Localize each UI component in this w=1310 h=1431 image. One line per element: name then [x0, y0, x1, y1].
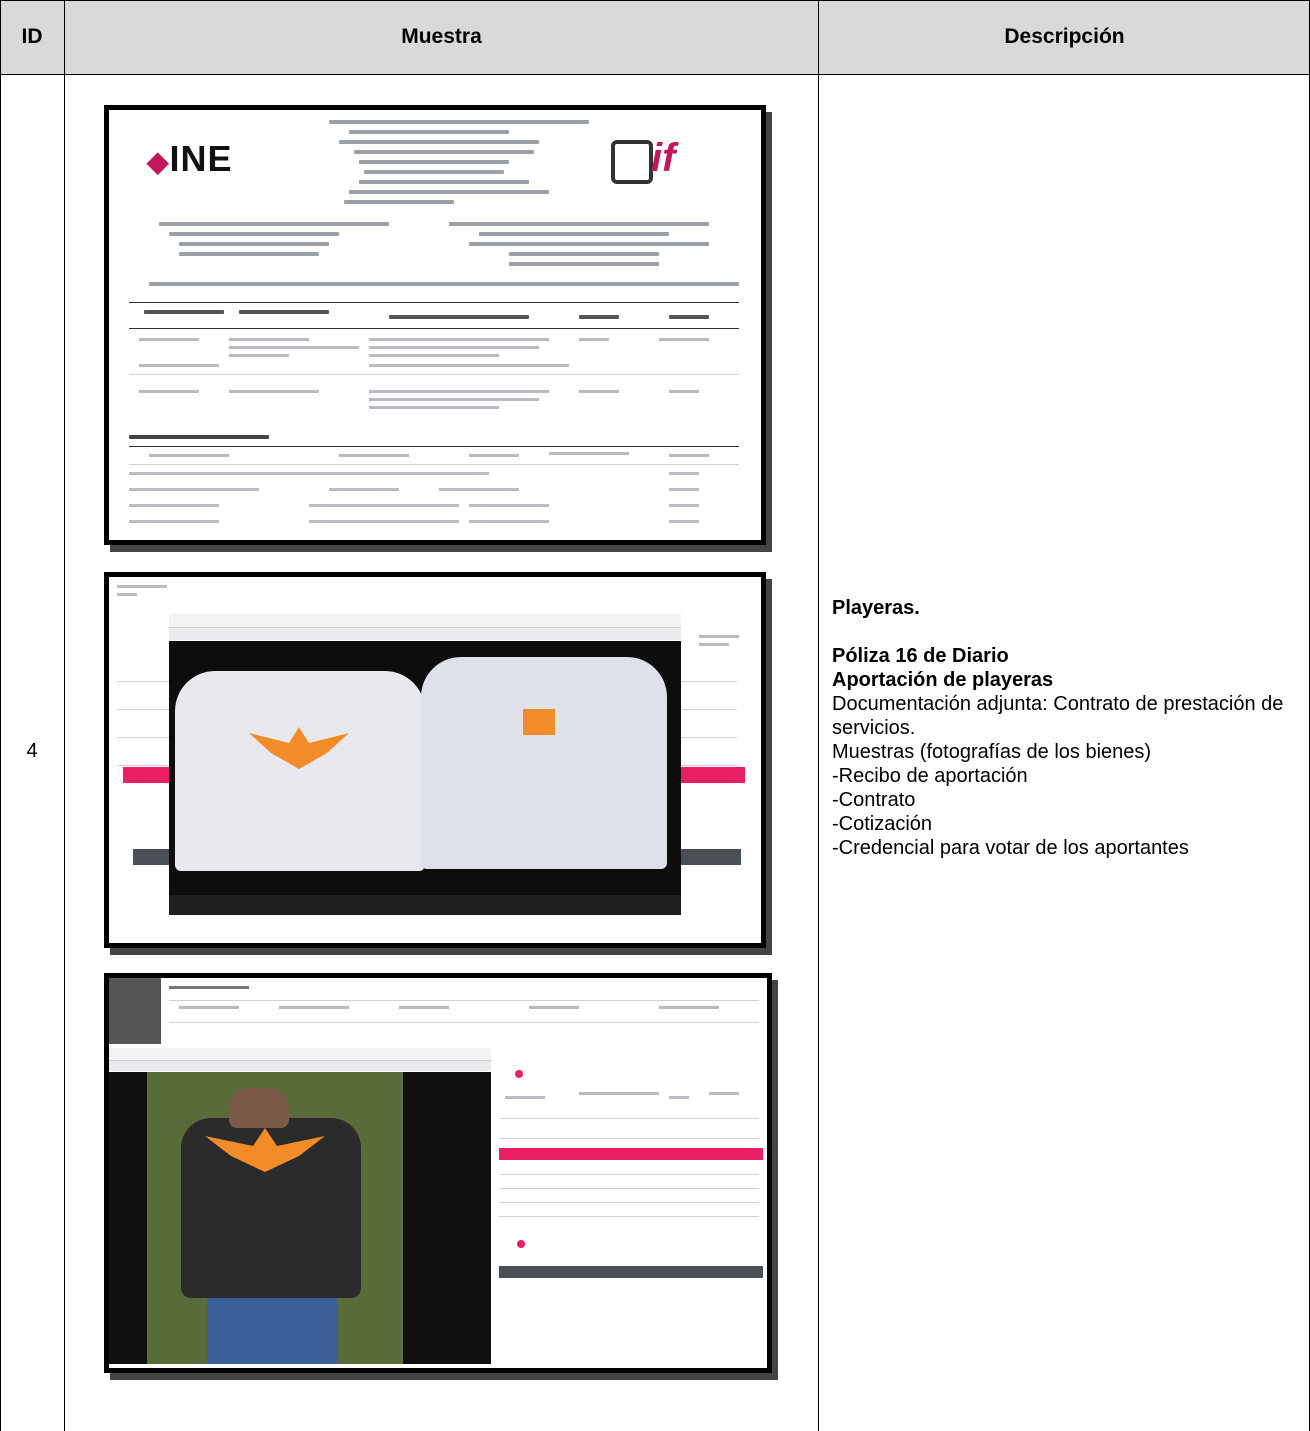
description-subject: Aportación de playeras — [832, 669, 1054, 691]
description-line: -Recibo de aportación — [832, 765, 1028, 787]
sample-image-policy-document: ◆INE if — [104, 105, 766, 545]
header-description: Descripción — [819, 0, 1310, 75]
header-divider — [0, 74, 1310, 75]
column-divider-1 — [64, 0, 65, 1431]
description-line: Muestras (fotografías de los bienes) — [832, 741, 1152, 763]
tshirt-back-photo — [421, 657, 667, 869]
sample-image-tshirts — [104, 572, 766, 948]
orange-eagle-logo — [205, 1128, 325, 1172]
description-policy: Póliza 16 de Diario — [832, 645, 1009, 667]
orange-logo-patch — [523, 709, 555, 735]
description-line: Documentación adjunta: Contrato de prest… — [832, 693, 1284, 739]
description-line: -Contrato — [832, 789, 916, 811]
table-border-top — [0, 0, 1310, 1]
tshirt-front-photo — [175, 671, 425, 871]
document-page: ID Muestra Descripción 4 Playeras. Póliz… — [0, 0, 1310, 1431]
table-border-left — [0, 0, 1, 1431]
header-id: ID — [0, 0, 64, 75]
header-sample: Muestra — [65, 0, 818, 75]
row-id: 4 — [26, 740, 38, 762]
description-cell: Playeras. Póliza 16 de Diario Aportación… — [832, 596, 1307, 860]
sample-image-person — [104, 973, 772, 1373]
column-divider-2 — [818, 0, 819, 1431]
sif-logo: if — [611, 136, 721, 184]
description-line: -Cotización — [832, 813, 933, 835]
orange-eagle-logo — [249, 727, 349, 769]
description-title: Playeras. — [832, 597, 920, 619]
ine-logo: ◆INE — [147, 138, 233, 179]
description-line: -Credencial para votar de los aportantes — [832, 837, 1189, 859]
